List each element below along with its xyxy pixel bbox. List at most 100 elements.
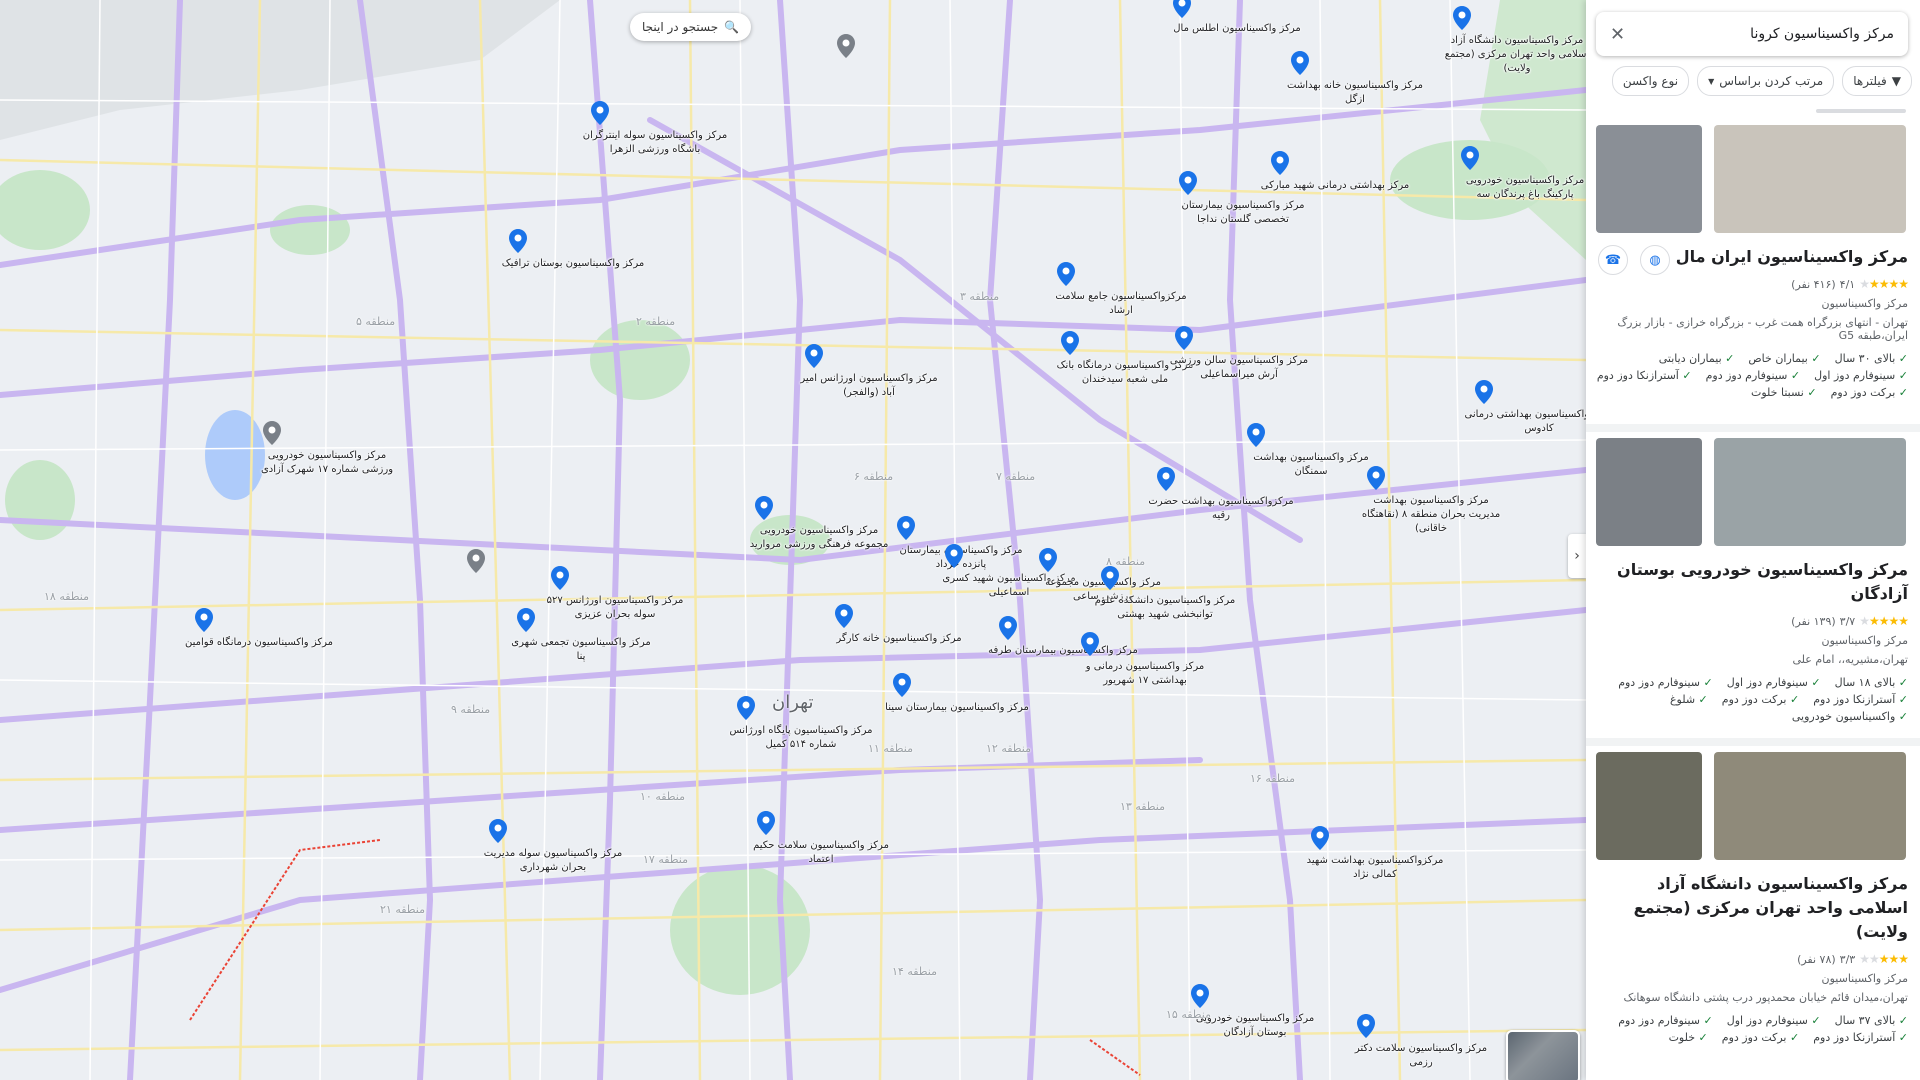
- feature-tag: خلوت: [1669, 1031, 1708, 1044]
- area-label: منطقه ۷: [996, 470, 1036, 483]
- results-panel: مرکز واکسیناسیون کرونا ✕ ▼ فیلترها مرتب …: [1586, 0, 1920, 1080]
- result-features: بالای ۳۷ سال سینوفارم دوز اول سینوفارم دوز…: [1596, 1014, 1908, 1044]
- search-box[interactable]: مرکز واکسیناسیون کرونا ✕: [1596, 12, 1908, 56]
- map-pin-label: مرکز واکسیناسیون سوله اینترگران باشگاه و…: [582, 130, 728, 155]
- location-pin-icon: [897, 516, 915, 540]
- area-label: منطقه ۱۳: [1120, 800, 1166, 813]
- location-pin-icon: [1453, 6, 1471, 30]
- feature-tag: سینوفارم دوز اول: [1814, 369, 1908, 382]
- result-rating: ★★★★★ ۳/۷ (۱۳۹ نفر): [1596, 614, 1909, 628]
- location-pin-icon: [1039, 548, 1057, 572]
- result-title[interactable]: مرکز واکسیناسیون دانشگاه آزاد اسلامی واح…: [1596, 872, 1908, 944]
- feature-tag: برکت دوز دوم: [1722, 693, 1799, 706]
- result-features: بالای ۳۰ سال بیماران خاص بیماران دیابتی سین…: [1596, 352, 1908, 399]
- location-pin-icon: [805, 344, 823, 368]
- area-label: منطقه ۱۴: [892, 965, 938, 978]
- review-count: (۱۳۹ نفر): [1791, 614, 1836, 628]
- location-pin-icon: [591, 101, 609, 125]
- location-pin-icon: [837, 34, 855, 58]
- filters-chip-label: فیلترها: [1853, 74, 1887, 88]
- map-pin-label: مرکز بهداشتی درمانی شهید مبارکی: [1260, 180, 1410, 191]
- result-photo[interactable]: [1596, 125, 1702, 233]
- rating-value: ۳/۷: [1839, 614, 1856, 628]
- sort-chip[interactable]: مرتب کردن براساس ▼: [1697, 66, 1835, 96]
- location-pin-icon: [1271, 151, 1289, 175]
- filter-icon: ▼: [1891, 74, 1901, 88]
- feature-tag: واکسیناسیون خودرویی: [1792, 710, 1908, 723]
- result-address: تهران - انتهای بزرگراه همت غرب - بزرگراه…: [1617, 316, 1908, 342]
- location-pin-icon: [1311, 826, 1329, 850]
- result-features: بالای ۱۸ سال سینوفارم دوز اول سینوفارم دوز…: [1596, 676, 1908, 723]
- feature-tag: بیماران خاص: [1748, 352, 1820, 365]
- location-pin-icon: [755, 496, 773, 520]
- location-pin-icon: [945, 544, 963, 568]
- phone-icon[interactable]: ☎: [1598, 245, 1628, 275]
- location-pin-icon: [1357, 1014, 1375, 1038]
- result-category: مرکز واکسیناسیون: [1821, 297, 1908, 310]
- map-pin-label: مرکز واکسیناسیون بهداشت سمنگان: [1253, 452, 1369, 477]
- vaccine-type-chip-label: نوع واکسن: [1622, 74, 1679, 88]
- map-pin-label: مرکز واکسیناسیون بوستان ترافیک: [501, 258, 645, 269]
- sort-chip-label: مرتب کردن براساس: [1719, 74, 1824, 88]
- area-label: منطقه ۵: [356, 315, 396, 328]
- location-pin-icon: [517, 608, 535, 632]
- map-pin-label: مرکز واکسیناسیون بیمارستان تخصصی گلستان …: [1181, 200, 1305, 225]
- map-pin-label: مرکزواکسیناسیون بهداشت شهید کمالی نژاد: [1306, 855, 1444, 880]
- location-pin-icon: [893, 673, 911, 697]
- location-pin-icon: [1247, 423, 1265, 447]
- result-photo[interactable]: [1714, 752, 1906, 860]
- map-pin-label: مرکز واکسیناسیون سالن ورزشی آرش میراسماع…: [1169, 355, 1309, 380]
- map-pin-label: مرکز واکسیناسیون دانشگاه آزاد اسلامی واح…: [1444, 35, 1586, 74]
- filters-chip[interactable]: ▼ فیلترها: [1842, 66, 1912, 96]
- feature-tag: بالای ۱۸ سال: [1835, 676, 1908, 689]
- location-pin-icon: [1057, 262, 1075, 286]
- result-card[interactable]: مرکز واکسیناسیون خودرویی بوستان آزادگان …: [1586, 438, 1920, 723]
- review-count: (۴۱۶ نفر): [1791, 277, 1836, 291]
- location-pin-icon: [757, 811, 775, 835]
- map-pin-label: مرکز واکسیناسیون اورژانس امیر آباد (والف…: [800, 373, 938, 398]
- feature-tag: بالای ۳۰ سال: [1835, 352, 1908, 365]
- feature-tag: نسبتا خلوت: [1751, 386, 1817, 399]
- map-pin-label: مرکز واکسیناسیون بهداشتی درمانی کادوس: [1464, 409, 1586, 434]
- area-label: منطقه ۱۸: [44, 590, 90, 603]
- result-photo[interactable]: [1714, 438, 1906, 546]
- map-canvas[interactable]: 🔍 جستجو در اینجا تهران منطقه ۵ منطقه ۲ منط…: [0, 0, 1586, 1080]
- filter-chips: ▼ فیلترها مرتب کردن براساس ▼ نوع واکسن: [1611, 66, 1912, 96]
- area-label: منطقه ۱۷: [643, 853, 689, 866]
- map-pin-label: مرکز واکسیناسیون بیمارستان طرفه: [988, 645, 1138, 656]
- feature-tag: آسترازنکا دوز دوم: [1813, 693, 1908, 706]
- result-photos: [1596, 125, 1908, 233]
- location-pin-icon: [489, 819, 507, 843]
- search-input[interactable]: مرکز واکسیناسیون کرونا: [1750, 26, 1894, 42]
- result-actions: ☎ ◍: [1598, 245, 1670, 275]
- feature-tag: آسترازنکا دوز دوم: [1597, 369, 1692, 382]
- map-pin-label: مرکز واکسیناسیون پایگاه اورژانس شماره ۵۱…: [729, 725, 873, 750]
- result-category: مرکز واکسیناسیون: [1821, 634, 1908, 647]
- caret-down-icon: ▼: [1708, 76, 1715, 86]
- vaccine-type-chip[interactable]: نوع واکسن: [1611, 66, 1690, 96]
- rating-stars: ★★★★★: [1859, 277, 1909, 291]
- result-photo[interactable]: [1596, 752, 1702, 860]
- search-this-area-button[interactable]: 🔍 جستجو در اینجا: [630, 13, 752, 41]
- close-icon[interactable]: ✕: [1610, 24, 1625, 45]
- feature-tag: برکت دوز دوم: [1831, 386, 1908, 399]
- result-address: تهران،میدان قائم خیابان محمدپور درب پشتی…: [1623, 991, 1908, 1004]
- result-photo[interactable]: [1596, 438, 1702, 546]
- map-pin-label: مرکز واکسیناسیون اورژانس ۵۲۷ سوله بحران …: [546, 595, 684, 620]
- website-icon[interactable]: ◍: [1640, 245, 1670, 275]
- map-pin-label: مرکز واکسیناسیون درمانی و بهداشتی ۱۷ شهر…: [1085, 661, 1205, 686]
- map-pin-label: مرکزواکسیناسیون بهداشت حضرت رقیه: [1148, 496, 1294, 521]
- location-pin-icon: [835, 604, 853, 628]
- result-title[interactable]: مرکز واکسیناسیون خودرویی بوستان آزادگان: [1596, 558, 1908, 606]
- location-pin-icon: [999, 616, 1017, 640]
- location-pin-icon: [467, 549, 485, 573]
- layers-toggle-satellite[interactable]: [1506, 1030, 1580, 1080]
- result-category: مرکز واکسیناسیون: [1821, 972, 1908, 985]
- area-label: منطقه ۱۰: [640, 790, 686, 803]
- result-photo[interactable]: [1714, 125, 1906, 233]
- area-label: منطقه ۶: [854, 470, 894, 483]
- result-card[interactable]: مرکز واکسیناسیون دانشگاه آزاد اسلامی واح…: [1586, 752, 1920, 1044]
- collapse-panel-button[interactable]: ›: [1568, 534, 1586, 578]
- rating-value: ۴/۱: [1839, 277, 1856, 291]
- map-pin-label: مرکز واکسیناسیون اطلس مال: [1173, 23, 1301, 34]
